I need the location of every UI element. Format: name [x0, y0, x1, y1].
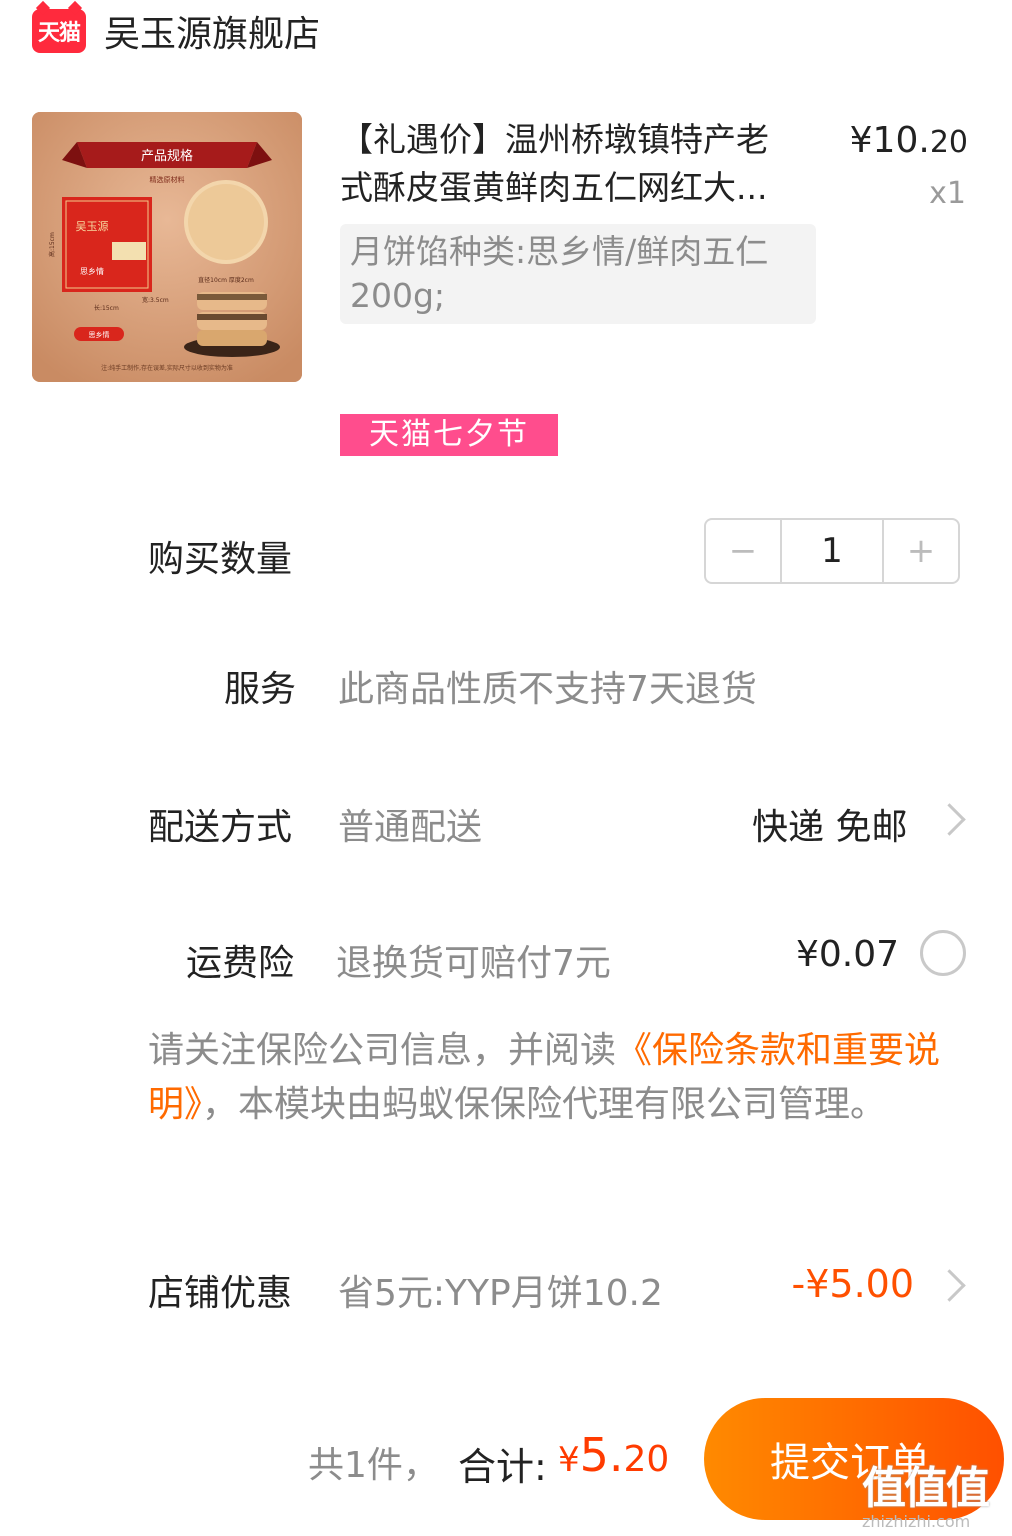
delivery-label: 配送方式 — [148, 807, 293, 848]
delivery-method[interactable]: 快递 免邮 — [752, 798, 907, 850]
image-box-label: 思乡情 — [80, 266, 104, 276]
price-int: ¥10. — [849, 120, 930, 161]
store-discount-amount[interactable]: -¥5.00 — [792, 1262, 915, 1306]
promo-tag: 天猫七夕节 — [340, 414, 558, 456]
product-title[interactable]: 【礼遇价】温州桥墩镇特产老 式酥皮蛋黄鲜肉五仁网红大... — [340, 116, 810, 212]
store-discount-label: 店铺优惠 — [148, 1273, 293, 1314]
notice-after: ，本模块由蚂蚁保保险代理有限公司管理。 — [202, 1084, 887, 1125]
product-title-line1: 【礼遇价】温州桥墩镇特产老 — [340, 120, 769, 159]
image-footnote: 注:纯手工制作,存在误差,实际尺寸以收到实物为准 — [101, 364, 233, 372]
delivery-chevron-icon[interactable] — [933, 803, 966, 836]
image-banner-text: 产品规格 — [141, 148, 193, 164]
watermark: 值值值 zhizhizhi.com — [862, 1452, 1002, 1532]
image-dims-depth: 宽:3.5cm — [142, 296, 169, 304]
store-header[interactable]: 天猫 吴玉源旗舰店 — [32, 6, 320, 56]
insurance-notice: 请关注保险公司信息，并阅读《保险条款和重要说明》，本模块由蚂蚁保保险代理有限公司… — [148, 1024, 968, 1132]
tmall-logo-text: 天猫 — [37, 21, 81, 46]
service-value: 此商品性质不支持7天退货 — [338, 669, 757, 710]
image-box-title: 吴玉源 — [76, 219, 109, 233]
sku-line2: 200g; — [350, 276, 446, 315]
service-label: 服务 — [224, 669, 297, 710]
store-name[interactable]: 吴玉源旗舰店 — [104, 5, 320, 57]
item-count: 共1件， — [308, 1445, 439, 1486]
total-yen: ¥ — [558, 1440, 580, 1480]
store-discount-value: 省5元:YYP月饼10.2 — [338, 1273, 663, 1314]
product-price: ¥10.20 — [850, 120, 968, 161]
total-amount: ¥5.20 — [558, 1428, 669, 1482]
product-qty: x1 — [929, 176, 966, 211]
quantity-value[interactable]: 1 — [780, 520, 884, 582]
image-dims-height: 高:15cm — [48, 232, 56, 257]
notice-before: 请关注保险公司信息，并阅读 — [148, 1030, 617, 1071]
total-int: 5. — [579, 1428, 624, 1482]
total-dec: 20 — [623, 1439, 670, 1480]
insurance-label: 运费险 — [186, 943, 295, 984]
minus-button[interactable]: − — [706, 520, 780, 582]
sku-line1: 月饼馅种类:思乡情/鲜肉五仁 — [350, 232, 769, 271]
delivery-value: 普通配送 — [338, 807, 483, 848]
insurance-radio[interactable] — [920, 930, 966, 976]
image-size-note: 直径10cm 厚度2cm — [198, 276, 254, 284]
watermark-domain: zhizhizhi.com — [862, 1512, 971, 1531]
sku-selector[interactable]: 月饼馅种类:思乡情/鲜肉五仁 200g; — [340, 224, 816, 324]
image-pill: 思乡情 — [89, 330, 110, 339]
quantity-stepper[interactable]: − 1 + — [704, 518, 960, 584]
price-cents: 20 — [929, 125, 968, 160]
order-confirm-page: 天猫 吴玉源旗舰店 产品规格 精选原材料 吴玉源 思乡情 高:15cm 长:15… — [0, 0, 1012, 1536]
image-banner-sub: 精选原材料 — [150, 175, 185, 184]
insurance-price: ¥0.07 — [796, 934, 900, 975]
plus-button[interactable]: + — [884, 520, 958, 582]
insurance-value: 退换货可赔付7元 — [336, 943, 611, 984]
product-title-line2: 式酥皮蛋黄鲜肉五仁网红大... — [340, 168, 768, 207]
total-label: 合计: — [458, 1445, 547, 1489]
watermark-mark: 值值值 — [862, 1463, 990, 1514]
product-image[interactable]: 产品规格 精选原材料 吴玉源 思乡情 高:15cm 长:15cm 宽:3.5cm… — [32, 112, 302, 382]
tmall-logo: 天猫 — [32, 9, 86, 53]
image-dims-width: 长:15cm — [94, 304, 119, 312]
quantity-label: 购买数量 — [148, 539, 293, 580]
discount-chevron-icon[interactable] — [933, 1269, 966, 1302]
